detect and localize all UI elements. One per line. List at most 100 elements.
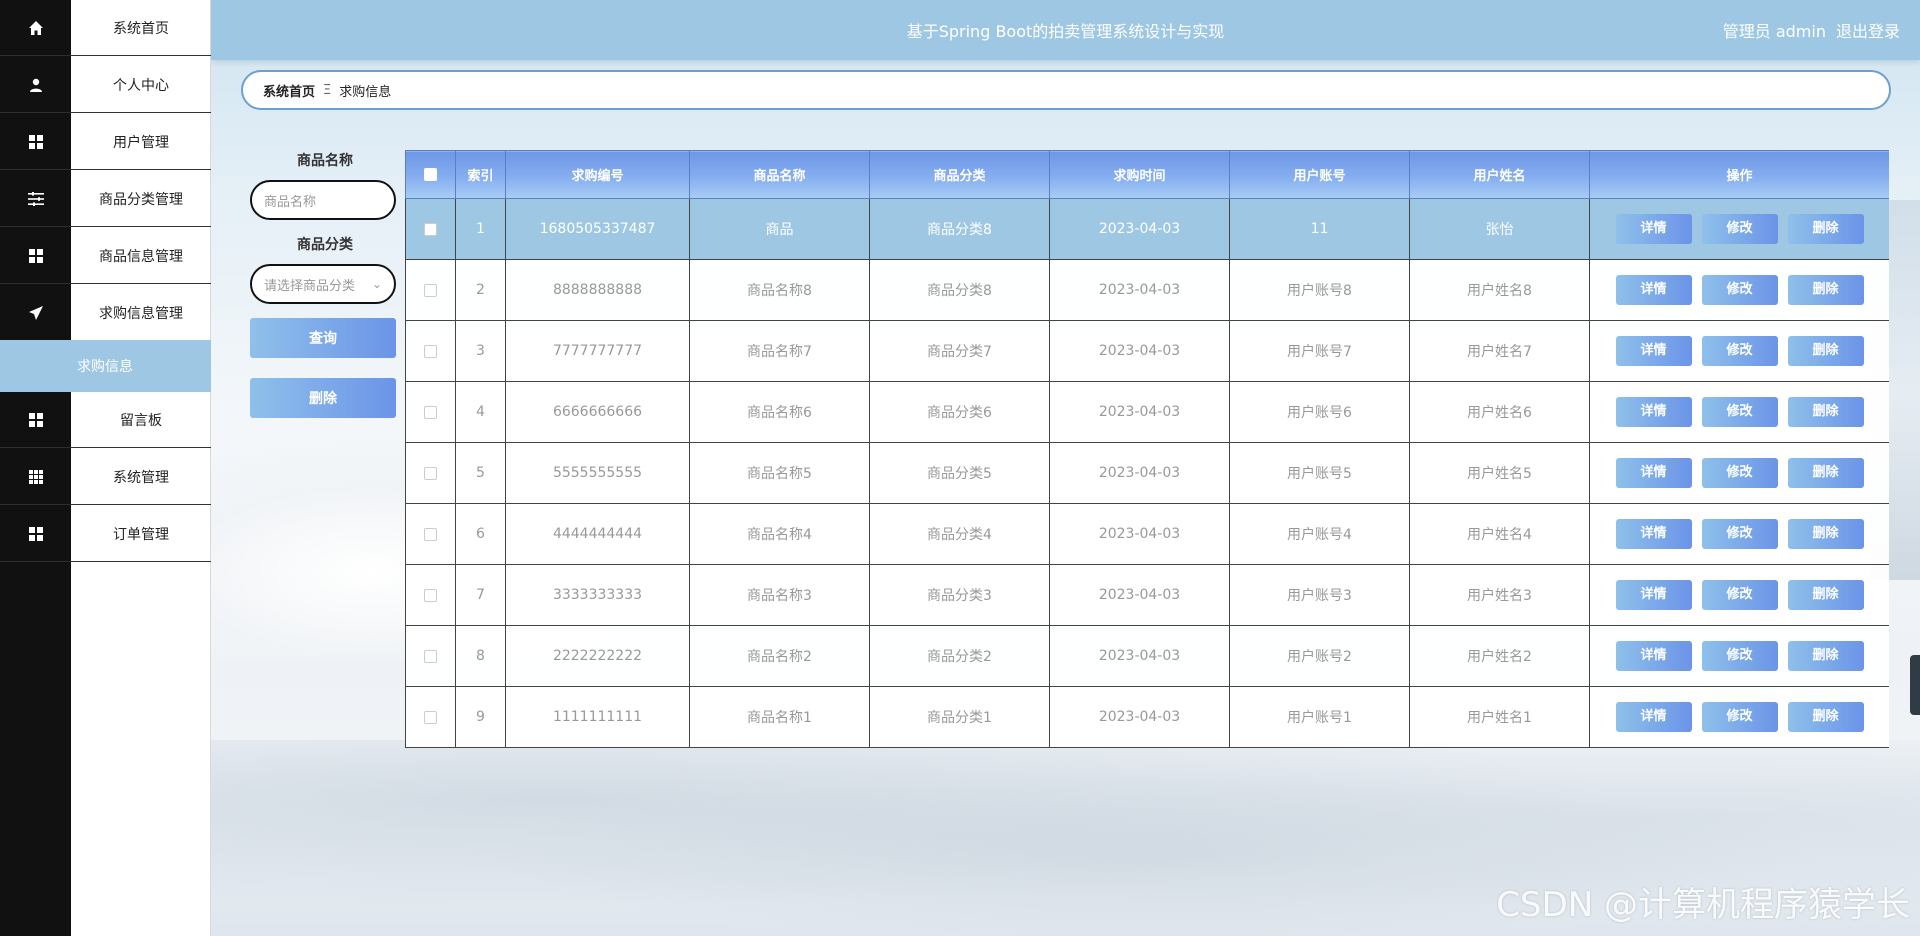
query-button[interactable]: 查询 [250, 318, 396, 358]
row-checkbox[interactable] [424, 710, 437, 724]
table-row[interactable]: 7 3333333333 商品名称3 商品分类3 2023-04-03 用户账号… [405, 564, 1889, 626]
sidebar-item-label: 商品信息管理 [71, 228, 211, 284]
user-account: 用户账号2 [1229, 625, 1410, 687]
sidebar-item-purchase[interactable]: 求购信息管理 [0, 285, 211, 341]
sidebar-item-messages[interactable]: 留言板 [0, 392, 211, 448]
user-name: 用户姓名6 [1409, 381, 1590, 443]
purchase-time: 2023-04-03 [1049, 686, 1230, 748]
user-account: 用户账号5 [1229, 442, 1410, 504]
user-account: 11 [1229, 198, 1410, 260]
sidebar-item-goods[interactable]: 商品信息管理 [0, 228, 211, 284]
row-checkbox[interactable] [424, 405, 437, 419]
delete-button[interactable]: 删除 [1787, 641, 1864, 671]
grid-icon [0, 228, 71, 284]
detail-button[interactable]: 详情 [1615, 580, 1692, 610]
sidebar-item-label: 商品分类管理 [71, 171, 211, 227]
user-name: 用户姓名5 [1409, 442, 1590, 504]
purchase-time: 2023-04-03 [1049, 198, 1230, 260]
row-checkbox[interactable] [424, 222, 437, 236]
name-filter-label: 商品名称 [297, 153, 353, 169]
delete-button[interactable]: 删除 [1787, 519, 1864, 549]
edit-button[interactable]: 修改 [1701, 519, 1778, 549]
row-checkbox[interactable] [424, 527, 437, 541]
logout-link[interactable]: 退出登录 [1836, 18, 1900, 42]
user-name: 用户姓名1 [1409, 686, 1590, 748]
delete-button[interactable]: 删除 [1787, 214, 1864, 244]
purchase-time: 2023-04-03 [1049, 503, 1230, 565]
detail-button[interactable]: 详情 [1615, 336, 1692, 366]
row-checkbox[interactable] [424, 649, 437, 663]
table-row[interactable]: 2 8888888888 商品名称8 商品分类8 2023-04-03 用户账号… [405, 259, 1889, 321]
sidebar-item-profile[interactable]: 个人中心 [0, 57, 211, 113]
row-actions: 详情 修改 删除 [1589, 625, 1889, 687]
breadcrumb-home[interactable]: 系统首页 [263, 81, 315, 100]
edit-button[interactable]: 修改 [1701, 641, 1778, 671]
row-actions: 详情 修改 删除 [1589, 564, 1889, 626]
sidebar-item-category[interactable]: 商品分类管理 [0, 171, 211, 227]
detail-button[interactable]: 详情 [1615, 397, 1692, 427]
user-account: 用户账号8 [1229, 259, 1410, 321]
sidebar-item-users[interactable]: 用户管理 [0, 114, 211, 170]
side-edge-handle[interactable] [1910, 655, 1920, 715]
detail-button[interactable]: 详情 [1615, 641, 1692, 671]
sliders-icon [0, 171, 71, 227]
column-header: 商品分类 [869, 150, 1050, 199]
edit-button[interactable]: 修改 [1701, 458, 1778, 488]
user-name: 张怡 [1409, 198, 1590, 260]
sidebar-item-orders[interactable]: 订单管理 [0, 506, 211, 562]
row-checkbox[interactable] [424, 588, 437, 602]
table-row[interactable]: 1 1680505337487 商品 商品分类8 2023-04-03 11 张… [405, 198, 1889, 260]
sidebar-item-label: 系统首页 [71, 0, 211, 56]
row-checkbox[interactable] [424, 283, 437, 297]
row-actions: 详情 修改 删除 [1589, 320, 1889, 382]
table-row[interactable]: 9 1111111111 商品名称1 商品分类1 2023-04-03 用户账号… [405, 686, 1889, 748]
table-row[interactable]: 4 6666666666 商品名称6 商品分类6 2023-04-03 用户账号… [405, 381, 1889, 443]
sidebar-item-system[interactable]: 系统管理 [0, 449, 211, 505]
user-account: 用户账号7 [1229, 320, 1410, 382]
send-icon [0, 285, 71, 341]
detail-button[interactable]: 详情 [1615, 275, 1692, 305]
apps-icon [0, 449, 71, 505]
delete-button[interactable]: 删除 [1787, 397, 1864, 427]
goods-category: 商品分类2 [869, 625, 1050, 687]
detail-button[interactable]: 详情 [1615, 519, 1692, 549]
row-index: 4 [455, 381, 506, 443]
main-area: 基于Spring Boot的拍卖管理系统设计与实现 管理员 admin 退出登录… [211, 0, 1920, 936]
user-account: 用户账号4 [1229, 503, 1410, 565]
detail-button[interactable]: 详情 [1615, 458, 1692, 488]
edit-button[interactable]: 修改 [1701, 702, 1778, 732]
table-row[interactable]: 8 2222222222 商品名称2 商品分类2 2023-04-03 用户账号… [405, 625, 1889, 687]
table-row[interactable]: 6 4444444444 商品名称4 商品分类4 2023-04-03 用户账号… [405, 503, 1889, 565]
detail-button[interactable]: 详情 [1615, 702, 1692, 732]
row-actions: 详情 修改 删除 [1589, 259, 1889, 321]
table-row[interactable]: 3 7777777777 商品名称7 商品分类7 2023-04-03 用户账号… [405, 320, 1889, 382]
row-index: 1 [455, 198, 506, 260]
row-checkbox-cell [405, 442, 456, 504]
edit-button[interactable]: 修改 [1701, 397, 1778, 427]
batch-delete-button[interactable]: 删除 [250, 378, 396, 418]
table-row[interactable]: 5 5555555555 商品名称5 商品分类5 2023-04-03 用户账号… [405, 442, 1889, 504]
edit-button[interactable]: 修改 [1701, 275, 1778, 305]
delete-button[interactable]: 删除 [1787, 458, 1864, 488]
delete-button[interactable]: 删除 [1787, 702, 1864, 732]
delete-button[interactable]: 删除 [1787, 580, 1864, 610]
user-name: 用户姓名3 [1409, 564, 1590, 626]
name-search-input[interactable]: 商品名称 [250, 180, 396, 220]
delete-button[interactable]: 删除 [1787, 336, 1864, 366]
row-checkbox[interactable] [424, 466, 437, 480]
user-account: 用户账号1 [1229, 686, 1410, 748]
detail-button[interactable]: 详情 [1615, 214, 1692, 244]
edit-button[interactable]: 修改 [1701, 580, 1778, 610]
row-index: 7 [455, 564, 506, 626]
row-checkbox-cell [405, 564, 456, 626]
edit-button[interactable]: 修改 [1701, 214, 1778, 244]
watermark: CSDN @计算机程序猿学长 [1496, 885, 1910, 925]
edit-button[interactable]: 修改 [1701, 336, 1778, 366]
sidebar-subitem-purchase-info[interactable]: 求购信息 [0, 340, 211, 392]
sidebar-item-home[interactable]: 系统首页 [0, 0, 211, 56]
delete-button[interactable]: 删除 [1787, 275, 1864, 305]
chevron-down-icon: ⌄ [371, 277, 382, 291]
category-select[interactable]: 请选择商品分类 ⌄ [250, 264, 396, 304]
row-checkbox[interactable] [424, 344, 437, 358]
select-all-checkbox[interactable] [424, 168, 437, 181]
